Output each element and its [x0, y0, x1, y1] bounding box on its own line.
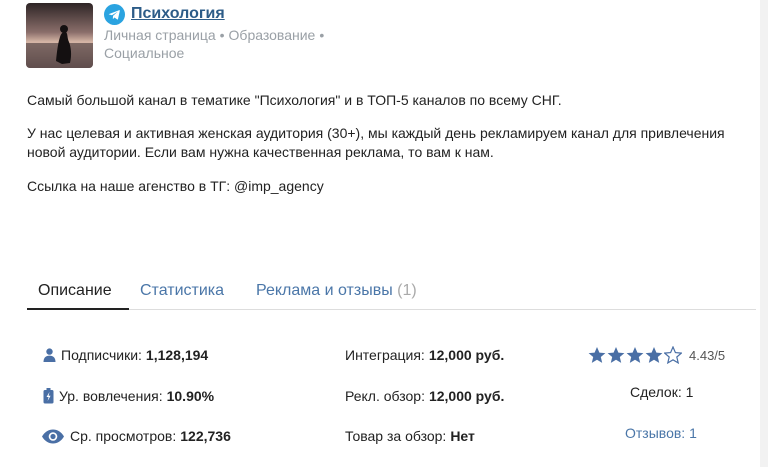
channel-meta: Личная страница • Образование • Социальное	[104, 26, 354, 62]
stat-value: 1,128,194	[145, 347, 209, 363]
tab-label: Описание	[38, 282, 112, 299]
stat-review-price: Рекл. обзор: 12,000 руб.	[345, 386, 504, 406]
channel-subcategory: Социальное	[104, 45, 185, 61]
reviews-link[interactable]: Отзывов: 1	[625, 425, 697, 441]
stat-label: Подписчики:	[61, 347, 142, 363]
channel-title-row: Психология	[104, 3, 225, 25]
star-filled-icon	[588, 347, 606, 363]
stat-value: 10.90%	[166, 388, 215, 404]
stat-label: Ур. вовлечения:	[59, 388, 163, 404]
tab-bar: Описание Статистика Реклама и отзывы (1)	[27, 278, 756, 310]
star-empty-icon	[664, 346, 682, 364]
channel-category: Образование	[228, 27, 316, 43]
tab-statistics[interactable]: Статистика	[140, 282, 224, 300]
stat-label: Рекл. обзор:	[345, 388, 425, 404]
stat-subscribers: Подписчики: 1,128,194	[43, 345, 208, 365]
stat-avg-views: Ср. просмотров: 122,736	[41, 426, 231, 446]
meta-separator: •	[319, 27, 325, 43]
stat-value: 12,000 руб.	[428, 388, 505, 404]
tab-label: Реклама и отзывы	[256, 282, 393, 299]
stat-label: Интеграция:	[345, 347, 425, 363]
meta-separator: •	[219, 27, 225, 43]
page-right-edge	[760, 0, 768, 467]
stat-value: Нет	[450, 428, 475, 444]
tab-ads-reviews[interactable]: Реклама и отзывы (1)	[256, 282, 417, 300]
user-icon	[43, 348, 56, 362]
channel-avatar[interactable]	[26, 3, 93, 68]
telegram-icon	[104, 3, 125, 25]
description-line: Самый большой канал в тематике "Психолог…	[27, 92, 562, 108]
star-filled-icon	[626, 347, 644, 363]
stat-deals: Сделок: 1	[630, 382, 693, 402]
stat-value: 12,000 руб.	[428, 347, 505, 363]
star-filled-icon	[607, 347, 625, 363]
eye-icon	[42, 429, 64, 443]
channel-rating: 4.43/5	[588, 345, 725, 365]
tab-count: (1)	[397, 282, 417, 299]
stat-product-for-review: Товар за обзор: Нет	[345, 426, 475, 446]
active-tab-indicator	[27, 308, 129, 310]
stat-integration-price: Интеграция: 12,000 руб.	[345, 345, 504, 365]
tab-description[interactable]: Описание	[38, 282, 112, 300]
stat-reviews[interactable]: Отзывов: 1	[625, 423, 697, 443]
stat-engagement: Ур. вовлечения: 10.90%	[43, 386, 214, 406]
agency-link-text: Ссылка на наше агенство в ТГ: @imp_agenc…	[27, 178, 324, 194]
stat-label: Ср. просмотров:	[70, 428, 177, 444]
battery-icon	[43, 388, 54, 404]
tab-label: Статистика	[140, 282, 225, 299]
rating-value: 4.43/5	[689, 347, 726, 363]
stat-label: Товар за обзор:	[345, 428, 447, 444]
stat-value: 122,736	[180, 428, 231, 444]
rating-stars	[588, 346, 683, 364]
channel-type: Личная страница	[104, 27, 216, 43]
star-filled-icon	[645, 347, 663, 363]
description-paragraph: У нас целевая и активная женская аудитор…	[27, 125, 725, 160]
deals-count: Сделок: 1	[630, 384, 694, 400]
channel-title-link[interactable]: Психология	[131, 5, 225, 23]
